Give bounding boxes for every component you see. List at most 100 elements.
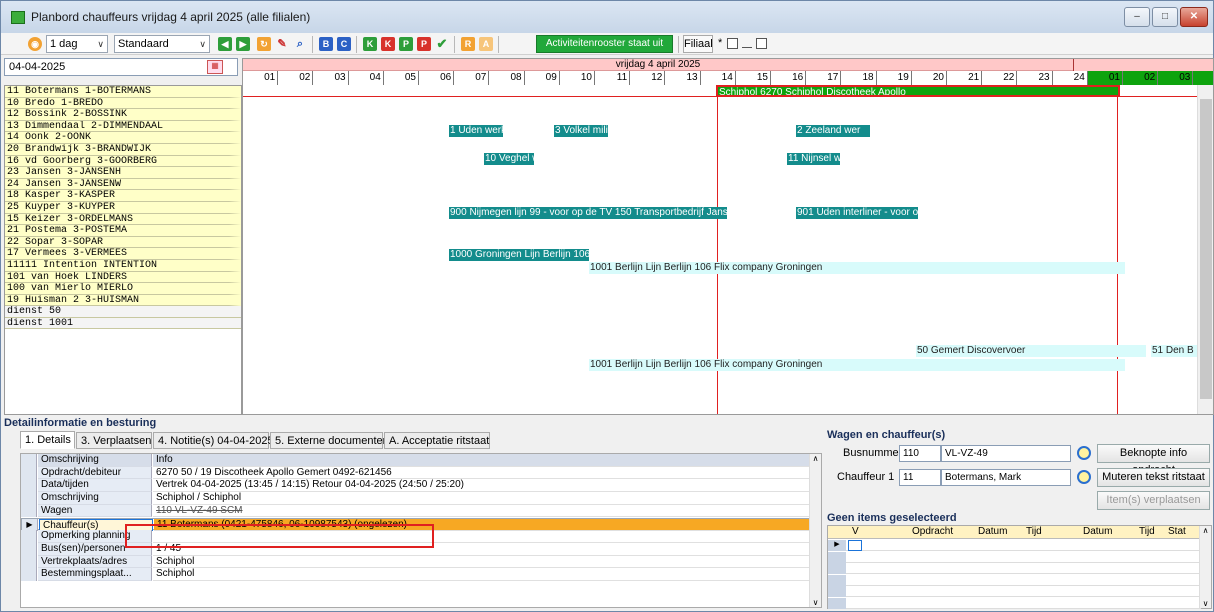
tab-notities[interactable]: 4. Notitie(s) 04-04-2025 [153, 432, 274, 449]
bus-plate-field[interactable]: VL-VZ-49 [941, 445, 1071, 462]
chauffeur-row[interactable]: 14 Oonk 2-OONK [5, 132, 241, 144]
gantt-scrollbar[interactable] [1197, 85, 1213, 414]
chauffeur-row[interactable]: 21 Postema 3-POSTEMA [5, 225, 241, 237]
chauffeur-row[interactable]: 12 Bossink 2-BOSSINK [5, 109, 241, 121]
bar-uden-interliner[interactable]: 901 Uden interliner - voor op [796, 207, 918, 219]
items-row[interactable] [828, 563, 1201, 574]
chauffeur-row[interactable]: 24 Jansen 3-JANSENW [5, 178, 241, 191]
search-bus-icon[interactable] [1077, 446, 1091, 460]
detail-key: Vertrekplaats/adres [38, 555, 152, 569]
c-button[interactable]: C [337, 37, 351, 51]
chauffeur-row[interactable]: dienst 1001 [5, 317, 241, 330]
detail-row[interactable]: Bestemmingsplaat... Schiphol [21, 568, 811, 581]
tab-verplaatsen[interactable]: 3. Verplaatsen [76, 432, 152, 449]
beknopte-info-button[interactable]: Beknopte info opdracht [1097, 444, 1210, 476]
chauffeur-name-field[interactable]: Botermans, Mark [941, 469, 1071, 486]
bar-groningen[interactable]: 1000 Groningen Lijn Berlijn 106 [449, 249, 589, 261]
filiaal-button[interactable]: Filiaal [683, 35, 713, 53]
chauffeur-row[interactable]: 10 Bredo 1-BREDO [5, 97, 241, 110]
detail-row[interactable]: Data/tijden Vertrek 04-04-2025 (13:45 / 1… [21, 479, 811, 493]
bar-nijnsel[interactable]: 11 Nijnsel w [787, 153, 840, 165]
filiaal-checkbox-2[interactable] [756, 38, 767, 49]
date-input[interactable]: 04-04-2025 [4, 58, 238, 76]
hour-scale: 01 02 03 04 05 06 07 08 09 10 11 12 13 14 15 16 17 18 19 20… [243, 71, 1213, 85]
filiaal-checkbox-1[interactable] [727, 38, 738, 49]
r-button[interactable]: R [461, 37, 475, 51]
chauffeur-row[interactable]: dienst 50 [5, 306, 241, 318]
a-button[interactable]: A [479, 37, 493, 51]
minimize-button[interactable]: – [1124, 7, 1150, 27]
bus-number-field[interactable]: 110 [899, 445, 941, 462]
hour-label: 13 [665, 71, 701, 85]
title-bar: Planbord chauffeurs vrijdag 4 april 2025… [1, 1, 1213, 33]
items-scrollbar[interactable]: ∧ ∨ [1199, 526, 1211, 608]
detail-row[interactable]: Omschrijving Schiphol / Schiphol [21, 492, 811, 505]
chauffeur-row[interactable]: 23 Jansen 3-JANSENH [5, 167, 241, 179]
detail-key: Opdracht/debiteur [38, 466, 152, 480]
period-select[interactable]: 1 dag ∨ [46, 35, 108, 53]
items-row[interactable] [828, 597, 1201, 609]
b-button[interactable]: B [319, 37, 333, 51]
chauffeur-row[interactable]: 11111 Intention INTENTION [5, 259, 241, 272]
chauffeur-row[interactable]: 15 Keizer 3-ORDELMANS [5, 213, 241, 226]
bar-schiphol[interactable]: Schiphol 6270 Schiphol Discotheek Apollo [716, 85, 1120, 97]
bar-gemert[interactable]: 50 Gemert Discovervoer [916, 345, 1146, 357]
muteren-tekst-button[interactable]: Muteren tekst ritstaat [1097, 468, 1210, 487]
detail-scrollbar[interactable]: ∧ ∨ [809, 454, 821, 607]
close-button[interactable]: ✕ [1180, 7, 1208, 27]
chauffeur-row[interactable]: 101 van Hoek LINDERS [5, 271, 241, 284]
activity-schedule-button[interactable]: Activiteitenrooster staat uit [536, 35, 673, 53]
chauffeur-row[interactable]: 11 Botermans 1-BOTERMANS [5, 86, 241, 98]
bar-zeeland[interactable]: 2 Zeeland wer [796, 125, 870, 137]
bar-berlijn[interactable]: 1001 Berlijn Lijn Berlijn 106 Flix compa… [589, 262, 1125, 274]
p-red-button[interactable]: P [417, 37, 431, 51]
scroll-thumb[interactable] [1200, 99, 1212, 399]
hour-label: 03 [1158, 71, 1194, 85]
detail-row[interactable]: Opdracht/debiteur 6270 50 / 19 Discotheek… [21, 466, 811, 480]
star-label: * [718, 37, 723, 49]
maximize-button[interactable]: □ [1152, 7, 1178, 27]
next-day-button[interactable]: ▶ [236, 37, 250, 51]
chauffeur-row[interactable]: 17 Vermees 3-VERMEES [5, 248, 241, 260]
bar-berlijn-dienst[interactable]: 1001 Berlijn Lijn Berlijn 106 Flix compa… [589, 359, 1125, 371]
items-row[interactable]: ▶ [828, 540, 1201, 551]
bar-den[interactable]: 51 Den B [1151, 345, 1199, 357]
chauffeur-row[interactable]: 13 Dimmendaal 2-DIMMENDAAL [5, 120, 241, 133]
chauffeur-row[interactable]: 20 Brandwijk 3-BRANDWIJK [5, 143, 241, 156]
refresh-icon[interactable]: ↻ [257, 37, 271, 51]
items-row[interactable] [828, 586, 1201, 597]
calendar-icon[interactable]: ▦ [207, 60, 223, 74]
bar-uden-werk[interactable]: 1 Uden werk [449, 125, 503, 137]
bar-veghel[interactable]: 10 Veghel w [484, 153, 534, 165]
bar-nijmegen[interactable]: 900 Nijmegen lijn 99 - voor op de TV 150… [449, 207, 727, 219]
chauffeur-row[interactable]: 25 Kuyper 3-KUYPER [5, 201, 241, 214]
tab-details[interactable]: 1. Details [20, 431, 75, 449]
chauffeur-row[interactable]: 100 van Mierlo MIERLO [5, 283, 241, 295]
tools-icon[interactable]: ✎ [275, 37, 289, 51]
tab-acceptatie-ritstaat[interactable]: A. Acceptatie ritstaat [384, 432, 490, 449]
view-select[interactable]: Standaard ∨ [114, 35, 210, 53]
col-tijd: Tijd [1026, 526, 1042, 537]
detail-row[interactable]: Vertrekplaats/adres Schiphol [21, 555, 811, 569]
tab-externe-documenten[interactable]: 5. Externe documenten [270, 432, 389, 449]
settings-icon[interactable]: ◉ [28, 37, 42, 51]
items-row[interactable] [828, 574, 1201, 586]
p-green-button[interactable]: P [399, 37, 413, 51]
v-cell[interactable] [848, 540, 862, 551]
detail-row[interactable]: Wagen 110 VL-VZ-49 SCM [21, 504, 811, 518]
search-chauffeur-icon[interactable] [1077, 470, 1091, 484]
search-icon[interactable]: ⌕ [293, 37, 307, 51]
chauffeur-row[interactable]: 19 Huisman 2 3-HUISMAN [5, 294, 241, 307]
k-red-button[interactable]: K [381, 37, 395, 51]
chauffeur-row[interactable]: 18 Kasper 3-KASPER [5, 190, 241, 202]
row-indicator [21, 555, 37, 569]
prev-day-button[interactable]: ◀ [218, 37, 232, 51]
chauffeur-row[interactable]: 16 vd Goorberg 3-GOORBERG [5, 155, 241, 168]
check-icon[interactable]: ✔ [435, 37, 449, 51]
items-title: Geen items geselecteerd [827, 512, 957, 524]
chauffeur-number-field[interactable]: 11 [899, 469, 941, 486]
k-green-button[interactable]: K [363, 37, 377, 51]
chauffeur-row[interactable]: 22 Sopar 3-SOPAR [5, 236, 241, 249]
items-row[interactable] [828, 551, 1201, 563]
bar-volkel[interactable]: 3 Volkel milit [554, 125, 608, 137]
